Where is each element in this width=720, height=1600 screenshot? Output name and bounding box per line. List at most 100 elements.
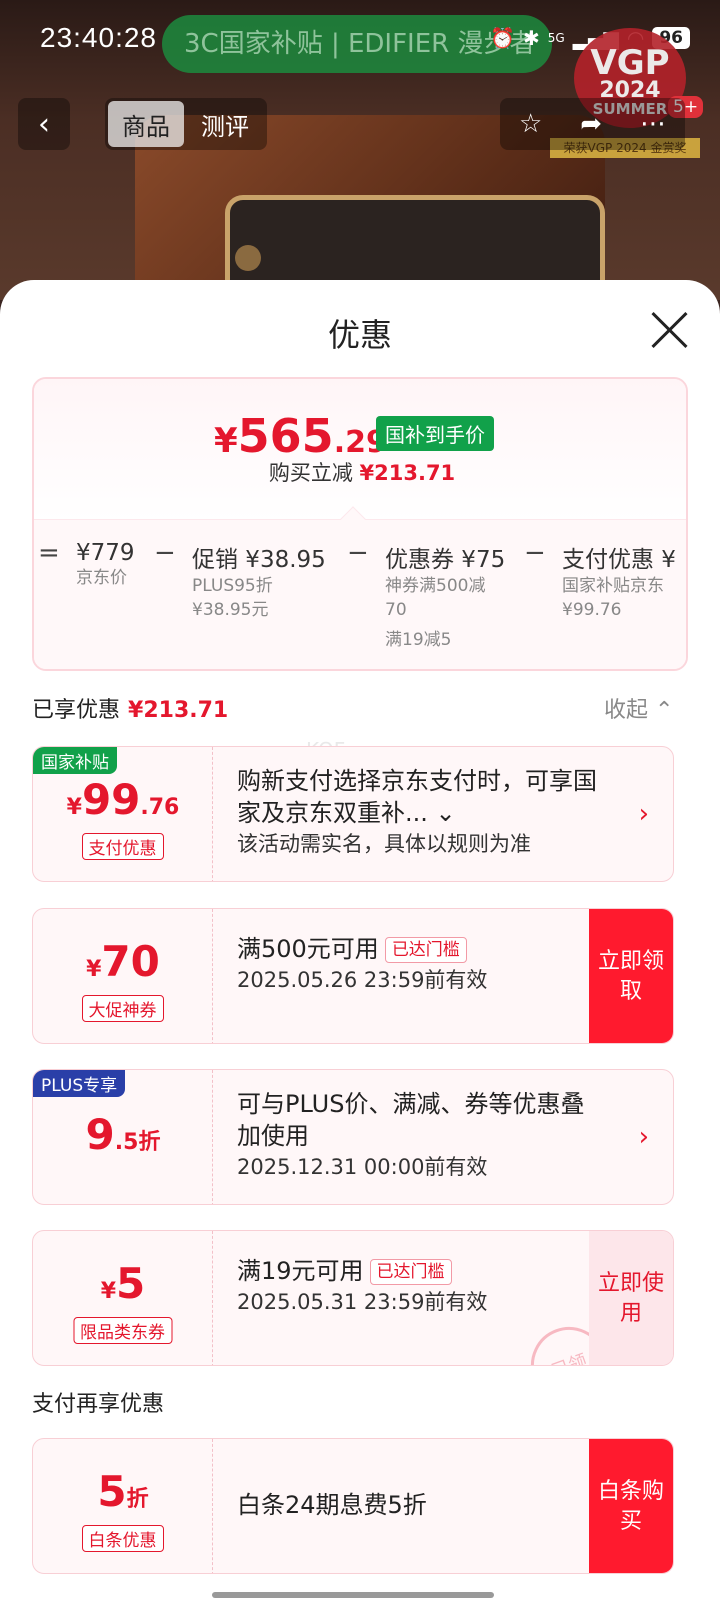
- sheet-title: 优惠: [327, 316, 392, 354]
- breakdown-head: 支付优惠 ¥: [562, 547, 676, 573]
- breakdown-op: −: [154, 538, 176, 568]
- coupon-card-mega: ¥70 大促神券 满500元可用 已达门槛 2025.05.26 23:59前有效…: [32, 908, 674, 1044]
- breakdown-sub: 国家补贴京东: [562, 576, 664, 596]
- coupon-amount: ¥70: [33, 937, 213, 986]
- breakdown-op: −: [347, 538, 369, 568]
- coupon-desc: 购新支付选择京东支付时，可享国家及京东双重补... ⌄ 该活动需实名，具体以规则…: [237, 765, 597, 859]
- breakdown-sub: 京东价: [76, 568, 127, 588]
- coupon-amount-dec: 折: [126, 1487, 149, 1512]
- enjoyed-discounts: 已享优惠 ¥213.71: [32, 692, 228, 724]
- breakdown-sub: ¥99.76: [562, 600, 622, 620]
- coupon-desc: 满19元可用 已达门槛 2025.05.31 23:59前有效: [237, 1255, 597, 1317]
- coupon-currency: ¥: [100, 1279, 117, 1304]
- use-button[interactable]: 立即使用: [589, 1231, 673, 1365]
- coupon-condition: 满19元可用 已达门槛: [237, 1255, 597, 1287]
- final-price-int: 565: [237, 409, 334, 463]
- baitiao-buy-button[interactable]: 白条购买: [589, 1439, 673, 1573]
- enjoyed-value: ¥213.71: [128, 698, 229, 723]
- coupon-left: ¥5 限品类东券: [33, 1231, 213, 1365]
- coupon-type-tag: 白条优惠: [81, 1525, 164, 1552]
- chevron-left-icon: ‹: [38, 106, 50, 142]
- coupon-currency: ¥: [86, 957, 102, 982]
- breakdown-promotion: 促销 ¥38.95 PLUS95折 ¥38.95元: [192, 540, 326, 622]
- top-actions: ☆ ➦ ⋯: [500, 98, 685, 150]
- coupon-left: 5折 白条优惠: [33, 1439, 213, 1573]
- coupon-validity: 2025.05.31 23:59前有效: [237, 1290, 488, 1314]
- threshold-badge: 已达门槛: [384, 937, 467, 963]
- enjoyed-label: 已享优惠: [32, 698, 121, 723]
- tab-product[interactable]: 商品: [108, 101, 184, 147]
- coupon-amount-dec: .76: [140, 795, 180, 820]
- breakdown-op: =: [38, 538, 60, 568]
- breakdown-sub: 满19减5: [385, 630, 452, 650]
- breakdown-payment: 支付优惠 ¥ 国家补贴京东 ¥99.76: [562, 540, 676, 622]
- more-icon[interactable]: ⋯: [640, 109, 666, 139]
- brand-logo-icon: [235, 245, 261, 271]
- coupon-amount: ¥99.76: [33, 775, 213, 824]
- coupon-type-tag: 大促神券: [81, 995, 164, 1022]
- breakdown-sub: 神券满500减: [385, 576, 486, 596]
- coupon-type-tag: 限品类东券: [73, 1317, 172, 1344]
- breakdown-jd-price: ¥779 京东价: [76, 540, 135, 590]
- breakdown-sub: PLUS95折: [192, 576, 273, 596]
- threshold-badge: 已达门槛: [369, 1259, 452, 1285]
- coupon-desc: 满500元可用 已达门槛 2025.05.26 23:59前有效: [237, 933, 597, 995]
- close-button[interactable]: [650, 310, 690, 350]
- final-price-currency: ¥: [214, 421, 238, 461]
- tab-bar: 商品 测评: [105, 98, 267, 150]
- instant-cut: 购买立减 ¥213.71: [34, 457, 686, 487]
- instant-cut-label: 购买立减: [268, 461, 353, 485]
- coupon-amount: 5折: [33, 1467, 213, 1516]
- coupon-validity: 2025.05.26 23:59前有效: [237, 968, 488, 992]
- tab-review[interactable]: 测评: [187, 101, 263, 147]
- claim-button[interactable]: 立即领取: [589, 909, 673, 1043]
- coupon-validity: 2025.12.31 00:00前有效: [237, 1155, 488, 1179]
- coupon-amount-int: 9: [85, 1110, 115, 1159]
- chevron-right-icon[interactable]: ›: [639, 799, 649, 829]
- price-breakdown[interactable]: = ¥779 京东价 − 促销 ¥38.95 PLUS95折 ¥38.95元 −…: [34, 506, 686, 669]
- bluetooth-icon: ✱: [523, 26, 540, 50]
- home-indicator[interactable]: [212, 1592, 494, 1598]
- final-price: ¥565.29: [214, 409, 387, 463]
- coupon-left: ¥70 大促神券: [33, 909, 213, 1043]
- breakdown-op: −: [524, 538, 546, 568]
- discount-sheet: 优惠 ¥565.29 国补到手价 购买立减 ¥213.71 = ¥779 京东价…: [0, 280, 720, 1600]
- coupon-card-baitiao: 5折 白条优惠 白条24期息费5折 白条购买: [32, 1438, 674, 1574]
- vgp-text: VGP: [590, 43, 670, 83]
- coupon-amount-int: 99: [81, 775, 141, 824]
- top-nav: ‹ 商品 测评 ☆ ➦ ⋯: [0, 98, 720, 150]
- corner-label: 国家补贴: [33, 747, 117, 774]
- breakdown-sub: ¥38.95元: [192, 600, 269, 620]
- coupon-card-plus[interactable]: 9.5折 PLUS专享 可与PLUS价、满减、券等优惠叠加使用 2025.12.…: [32, 1069, 674, 1205]
- coupon-amount-dec: .5折: [114, 1130, 161, 1155]
- coupon-line2: 该活动需实名，具体以规则为准: [237, 832, 531, 856]
- coupon-currency: ¥: [66, 795, 82, 820]
- clock: 23:40:28: [40, 22, 157, 53]
- coupon-line1: 可与PLUS价、满减、券等优惠叠加使用: [237, 1090, 585, 1150]
- coupon-type-tag: 支付优惠: [81, 833, 164, 860]
- breakdown-sub: 70: [385, 600, 407, 620]
- breakdown-coupon: 优惠券 ¥75 神券满500减 70 满19减5: [385, 540, 505, 652]
- coupon-amount-int: 5: [97, 1467, 127, 1516]
- breakdown-head: ¥779: [76, 540, 135, 566]
- subsidy-price-tag: 国补到手价: [376, 416, 494, 451]
- collapse-button[interactable]: 收起 ⌃: [604, 692, 673, 724]
- price-summary: ¥565.29 国补到手价 购买立减 ¥213.71 = ¥779 京东价 − …: [32, 377, 688, 671]
- share-icon[interactable]: ➦: [580, 109, 602, 139]
- coupon-line1: 满19元可用: [237, 1257, 364, 1285]
- back-button[interactable]: ‹: [18, 98, 70, 150]
- coupon-line1: 满500元可用: [237, 935, 379, 963]
- pay-section-title: 支付再享优惠: [32, 1392, 165, 1417]
- coupon-card-subsidy[interactable]: ¥99.76 支付优惠 国家补贴 购新支付选择京东支付时，可享国家及京东双重补.…: [32, 746, 674, 882]
- breakdown-head: 优惠券 ¥75: [385, 547, 506, 573]
- chevron-right-icon[interactable]: ›: [639, 1122, 649, 1152]
- coupon-card-category: ¥5 限品类东券 满19元可用 已达门槛 2025.05.31 23:59前有效 …: [32, 1230, 674, 1366]
- coupon-amount-int: 5: [116, 1259, 146, 1308]
- star-icon[interactable]: ☆: [519, 109, 542, 139]
- price-summary-top: ¥565.29 国补到手价 购买立减 ¥213.71: [34, 379, 686, 521]
- alarm-icon: ⏰: [490, 26, 516, 50]
- coupon-line1[interactable]: 购新支付选择京东支付时，可享国家及京东双重补... ⌄: [237, 765, 597, 829]
- network-label: 5G: [547, 31, 565, 45]
- coupon-amount: 9.5折: [33, 1110, 213, 1159]
- instant-cut-value: ¥213.71: [359, 461, 456, 485]
